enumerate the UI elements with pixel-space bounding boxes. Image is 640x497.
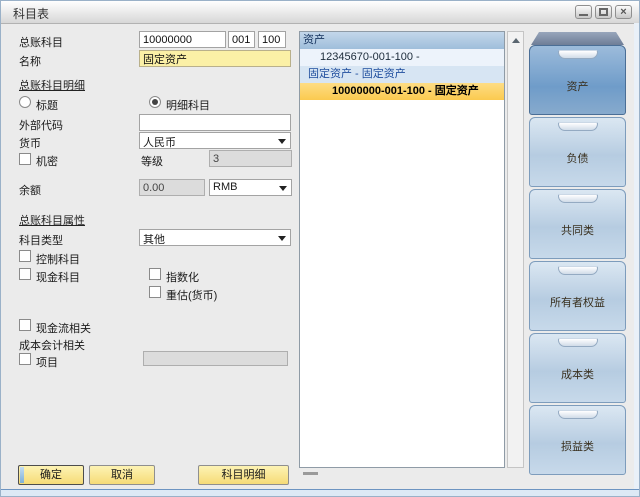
chevron-down-icon: [279, 186, 287, 191]
confidential-checkbox[interactable]: [19, 153, 31, 165]
window-frame-bottom: [1, 489, 639, 496]
gl-account-properties-section-header: 总账科目属性: [19, 212, 85, 228]
account-details-button[interactable]: 科目明细: [198, 465, 289, 485]
drawer-cost[interactable]: 成本类: [529, 333, 626, 403]
cash-account-label: 现金科目: [36, 269, 80, 285]
currency-dropdown[interactable]: 人民币: [139, 132, 291, 149]
currency-value: 人民币: [143, 137, 176, 149]
drawer-handle: [558, 266, 598, 275]
drawer-label: 所有者权益: [530, 294, 625, 310]
cabinet-top: [531, 32, 624, 45]
tree-horizontal-scrollbar[interactable]: [303, 472, 318, 475]
confidential-label: 机密: [36, 153, 58, 169]
close-button[interactable]: ×: [615, 5, 632, 19]
project-input: [143, 351, 288, 366]
balance-currency-dropdown[interactable]: RMB: [209, 179, 292, 196]
drawer-label: 损益类: [530, 438, 625, 454]
maximize-button[interactable]: [595, 5, 612, 19]
revaluation-label: 重估(货币): [166, 287, 217, 303]
account-type-value: 其他: [143, 234, 165, 246]
drawer-label: 共同类: [530, 222, 625, 238]
revaluation-checkbox[interactable]: [149, 286, 161, 298]
close-icon: ×: [616, 5, 631, 19]
account-type-label: 科目类型: [19, 232, 63, 248]
account-name-input[interactable]: [139, 50, 291, 67]
cancel-button-label: 取消: [111, 469, 133, 481]
level-input: [209, 150, 292, 167]
drawer-common[interactable]: 共同类: [529, 189, 626, 259]
chevron-down-icon: [278, 236, 286, 241]
drawer-label: 资产: [530, 78, 625, 94]
drawer-handle: [558, 50, 598, 59]
scroll-up-icon: [512, 38, 520, 43]
external-code-input[interactable]: [139, 114, 291, 131]
currency-label: 货币: [19, 135, 41, 151]
tree-row-selected[interactable]: 10000000-001-100 - 固定资产: [300, 83, 504, 100]
active-account-radio-label: 明细科目: [166, 97, 210, 113]
balance-currency-value: RMB: [213, 181, 237, 193]
title-radio-label: 标题: [36, 97, 58, 113]
external-code-label: 外部代码: [19, 117, 63, 133]
drawer-profit-loss[interactable]: 损益类: [529, 405, 626, 475]
balance-label: 余额: [19, 182, 41, 198]
drawer-owners-equity[interactable]: 所有者权益: [529, 261, 626, 331]
drawer-handle: [558, 410, 598, 419]
level-label: 等级: [141, 153, 163, 169]
accounts-tree-panel: 资产 12345670-001-100 - 固定资产 - 固定资产 100000…: [299, 31, 505, 468]
drawer-handle: [558, 338, 598, 347]
cash-account-checkbox[interactable]: [19, 268, 31, 280]
account-category-cabinet: 资产 负债 共同类 所有者权益 成本类 损益类: [529, 32, 626, 475]
maximize-icon: [599, 8, 608, 16]
account-details-button-label: 科目明细: [222, 469, 266, 481]
tree-vertical-scrollbar[interactable]: [507, 31, 524, 468]
drawer-handle: [558, 194, 598, 203]
drawer-label: 负债: [530, 150, 625, 166]
tree-row[interactable]: 固定资产 - 固定资产: [300, 66, 504, 83]
gl-account-label: 总账科目: [19, 34, 63, 50]
radio-selected-dot: [152, 99, 158, 105]
drawer-assets[interactable]: 资产: [529, 45, 626, 115]
gl-account-code-input[interactable]: [139, 31, 226, 48]
minimize-icon: [579, 14, 588, 16]
gl-account-segment1-input[interactable]: [228, 31, 255, 48]
drawer-label: 成本类: [530, 366, 625, 382]
indexed-checkbox[interactable]: [149, 268, 161, 280]
cost-accounting-label: 成本会计相关: [19, 337, 85, 353]
minimize-button[interactable]: [575, 5, 592, 19]
account-type-dropdown[interactable]: 其他: [139, 229, 291, 246]
cancel-button[interactable]: 取消: [89, 465, 155, 485]
gl-account-segment2-input[interactable]: [258, 31, 286, 48]
ok-button-label: 确定: [40, 469, 62, 481]
gl-account-details-section-header: 总账科目明细: [19, 77, 85, 93]
window-title: 科目表: [13, 5, 49, 22]
chart-of-accounts-window: 科目表 × 总账科目 名称 总账科目明细 标题 明细科目 外部代码 货币 人民币…: [0, 0, 640, 497]
name-label: 名称: [19, 53, 41, 69]
default-button-stripe: [20, 467, 24, 483]
window-frame-right: [634, 23, 639, 490]
balance-input: [139, 179, 205, 196]
title-radio[interactable]: [19, 96, 31, 108]
chevron-down-icon: [278, 139, 286, 144]
drawer-handle: [558, 122, 598, 131]
ok-button[interactable]: 确定: [18, 465, 84, 485]
title-bar: 科目表 ×: [1, 1, 639, 24]
tree-row[interactable]: 12345670-001-100 -: [300, 49, 504, 66]
project-label: 项目: [36, 354, 58, 370]
indexed-label: 指数化: [166, 269, 199, 285]
cash-flow-checkbox[interactable]: [19, 319, 31, 331]
tree-drawer-header: 资产: [300, 32, 504, 49]
cash-flow-label: 现金流相关: [36, 320, 91, 336]
drawer-liabilities[interactable]: 负债: [529, 117, 626, 187]
control-account-checkbox[interactable]: [19, 250, 31, 262]
active-account-radio[interactable]: [149, 96, 161, 108]
window-controls: ×: [575, 5, 632, 19]
control-account-label: 控制科目: [36, 251, 80, 267]
project-checkbox[interactable]: [19, 353, 31, 365]
